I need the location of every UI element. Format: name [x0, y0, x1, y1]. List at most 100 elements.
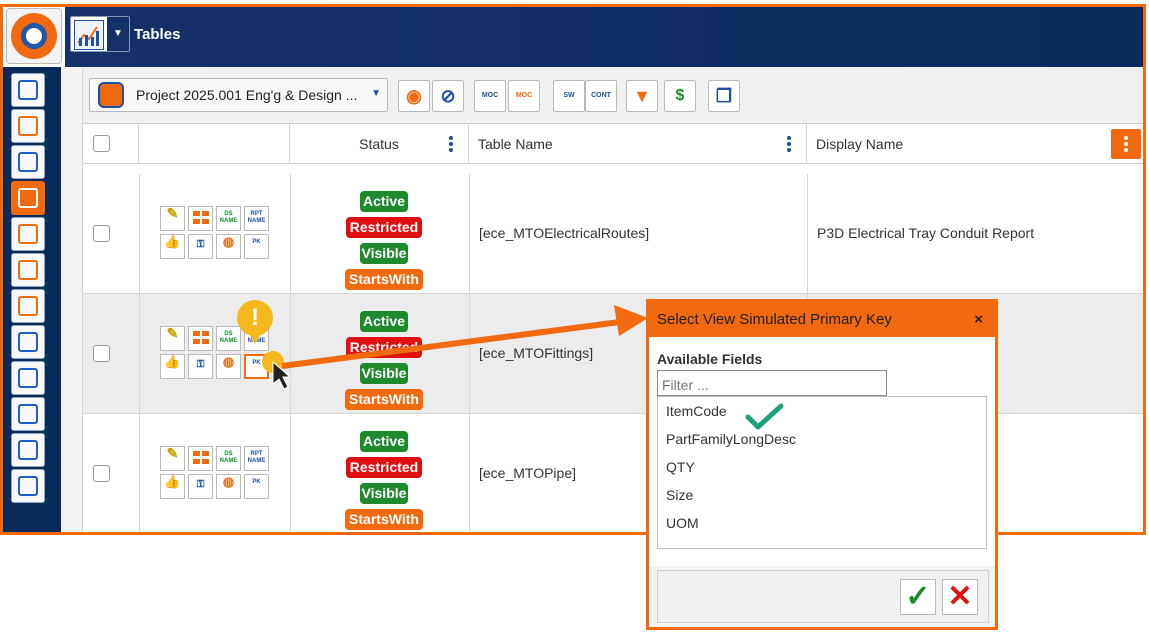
list-nav-button[interactable] [11, 289, 45, 323]
status-menu-icon[interactable] [448, 136, 454, 152]
status-badge: Restricted [346, 457, 422, 478]
filter-input[interactable] [657, 370, 887, 396]
code-nav-button[interactable] [11, 469, 45, 503]
status-badge: Active [360, 191, 408, 212]
moc-icon: MOC [481, 92, 499, 99]
primary-key-icon[interactable]: PK [244, 234, 269, 259]
table-layout-icon[interactable] [188, 206, 213, 231]
status-badges: Active Restricted Visible StartsWith [345, 431, 423, 532]
refresh-dollar-icon: $ [675, 87, 685, 104]
list-item[interactable]: Size [666, 487, 693, 503]
status-badge: Visible [360, 363, 408, 384]
list-item[interactable]: UOM [666, 515, 699, 531]
top-bar: ▼ Tables [3, 7, 1143, 67]
table-layout-icon[interactable] [188, 446, 213, 471]
list-item[interactable]: QTY [666, 459, 695, 475]
app-switcher-button[interactable]: ▼ [70, 16, 130, 52]
status-badge: StartsWith [345, 509, 423, 530]
display-name-menu-icon[interactable] [1111, 129, 1141, 159]
table-name-cell: [ece_MTOPipe] [479, 465, 577, 481]
status-badge: Visible [360, 243, 408, 264]
moc-button[interactable]: MOC [474, 80, 506, 112]
approve-icon[interactable]: 👍 [160, 234, 185, 259]
app-logo[interactable] [6, 8, 62, 64]
table-layout-icon[interactable] [188, 326, 213, 351]
project-select[interactable]: Project 2025.001 Eng'g & Design ... ▼ [89, 78, 388, 112]
list-item[interactable]: ItemCode [666, 403, 784, 430]
select-all-checkbox[interactable] [93, 135, 110, 152]
logo-icon [11, 13, 57, 59]
bulb-icon[interactable]: ◍ [216, 474, 241, 499]
key-icon[interactable]: ⚿ [188, 354, 213, 379]
sync-nav-button[interactable] [11, 325, 45, 359]
approve-icon[interactable]: 👍 [160, 354, 185, 379]
tables-nav-button[interactable] [11, 181, 45, 215]
table-grid-icon [18, 188, 38, 208]
refresh-button[interactable]: $ [664, 80, 696, 112]
key-icon[interactable]: ⚿ [188, 474, 213, 499]
filter-clear-icon: ▼ [633, 86, 651, 106]
header-table-name[interactable]: Table Name [469, 124, 807, 164]
model-nav-button[interactable] [11, 361, 45, 395]
sw-icon: SW [563, 92, 575, 99]
table-name-cell: [ece_MTOFittings] [479, 345, 594, 361]
dialog-header: Select View Simulated Primary Key × [649, 302, 995, 337]
status-badge: Restricted [346, 217, 422, 238]
ok-button[interactable]: ✓ [900, 579, 936, 615]
gear-icon [18, 80, 38, 100]
cube-icon [18, 368, 38, 388]
row-checkbox[interactable] [93, 225, 110, 242]
list-icon [18, 296, 38, 316]
ds-name-icon[interactable]: DS NAME [216, 446, 241, 471]
header-select-cell [83, 124, 139, 164]
row-checkbox[interactable] [93, 465, 110, 482]
clear-filter-button[interactable]: ▼ [626, 80, 658, 112]
report-nav-button[interactable] [11, 217, 45, 251]
database-icon [98, 82, 124, 108]
header-display-name[interactable]: Display Name [807, 124, 1143, 164]
edit-icon[interactable]: ✎ [160, 446, 185, 471]
header-status[interactable]: Status [290, 124, 469, 164]
ds-name-icon[interactable]: DS NAME [216, 326, 241, 351]
status-badge: Active [360, 311, 408, 332]
status-badge: StartsWith [345, 269, 423, 290]
sw-button[interactable]: SW [553, 80, 585, 112]
chevron-down-icon: ▼ [107, 17, 129, 51]
list-item[interactable]: PartFamilyLongDesc [666, 431, 796, 447]
chevron-down-icon: ▼ [371, 88, 381, 99]
bulb-icon[interactable]: ◍ [216, 354, 241, 379]
check-icon [745, 403, 784, 430]
edit-icon[interactable]: ✎ [160, 326, 185, 351]
ds-name-icon[interactable]: DS NAME [216, 206, 241, 231]
copy-icon: ❐ [715, 86, 733, 106]
moc-alt-button[interactable]: MOC [508, 80, 540, 112]
code-icon [18, 476, 38, 496]
barcode-nav-button[interactable] [11, 433, 45, 467]
view-toggle-button[interactable]: ◉ [398, 80, 430, 112]
hide-toggle-button[interactable]: ⊘ [432, 80, 464, 112]
cancel-button[interactable]: ✕ [942, 579, 978, 615]
security-nav-button[interactable] [11, 253, 45, 287]
key-icon[interactable]: ⚿ [188, 234, 213, 259]
rpt-name-icon[interactable]: RPT NAME [244, 206, 269, 231]
row-action-icons: ✎ DS NAME RPT NAME 👍 ⚿ ◍ PK [160, 446, 272, 502]
bulb-icon[interactable]: ◍ [216, 234, 241, 259]
approve-icon[interactable]: 👍 [160, 474, 185, 499]
handshake-nav-button[interactable] [11, 109, 45, 143]
copy-button[interactable]: ❐ [708, 80, 740, 112]
header-table-name-label: Table Name [478, 136, 553, 152]
edit-icon[interactable]: ✎ [160, 206, 185, 231]
rpt-name-icon[interactable]: RPT NAME [244, 446, 269, 471]
primary-key-icon[interactable]: PK [244, 474, 269, 499]
row-checkbox[interactable] [93, 345, 110, 362]
close-icon[interactable]: × [974, 302, 983, 337]
work-order-nav-button[interactable] [11, 145, 45, 179]
status-badges: Active Restricted Visible StartsWith [345, 311, 423, 415]
table-name-menu-icon[interactable] [786, 136, 792, 152]
chart-icon [74, 20, 104, 50]
table-row[interactable]: ✎ DS NAME RPT NAME 👍 ⚿ ◍ PK Active Restr… [83, 174, 1143, 294]
cont-button[interactable]: CONT [585, 80, 617, 112]
settings-nav-button[interactable] [11, 73, 45, 107]
callout-dot [262, 351, 284, 373]
js-nav-button[interactable] [11, 397, 45, 431]
